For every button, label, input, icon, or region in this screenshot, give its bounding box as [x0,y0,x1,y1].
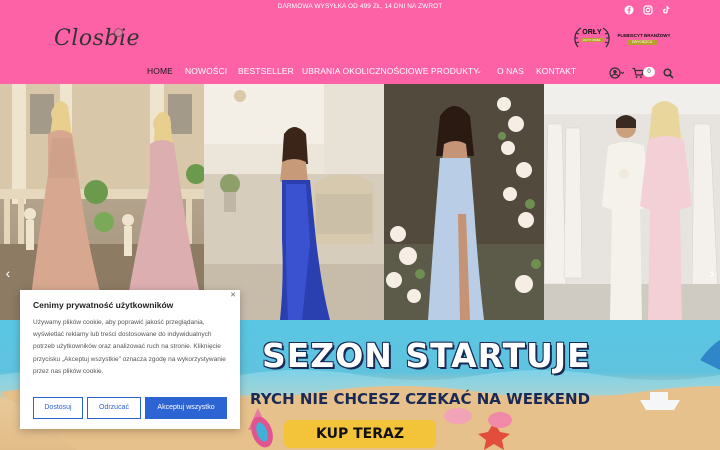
cookie-consent-dialog: ✕ Cenimy prywatność użytkowników Używamy… [20,290,240,429]
cart-icon[interactable] [632,66,645,84]
site-header: DARMOWA WYSYŁKA OD 499 ZŁ, 14 DNI NA ZWR… [0,0,720,84]
award-text: PLEBISCYT BRANŻOWY [617,33,671,38]
nav-ubrania-okolicznosciowe[interactable]: UBRANIA OKOLICZNOŚCIOWE [302,66,429,76]
account-icon[interactable] [609,66,625,84]
slider-next-arrow-icon[interactable]: › [707,264,717,282]
search-icon[interactable] [663,66,674,84]
slider-prev-arrow-icon[interactable]: ‹ [3,264,13,282]
cookie-title: Cenimy prywatność użytkowników [33,300,174,310]
reject-button[interactable]: Odrzucać [87,397,141,419]
nav-nowosci[interactable]: NOWOŚCI [185,66,227,76]
site-logo[interactable]: Closbie [54,26,140,51]
cookie-description: Używamy plików cookie, aby poprawić jako… [33,319,226,375]
instagram-icon[interactable] [643,2,653,15]
award-badge: ZWYCIĘZCA [627,40,657,45]
shipping-announcement: DARMOWA WYSYŁKA OD 499 ZŁ, 14 DNI NA ZWR… [277,3,443,10]
nav-home[interactable]: HOME [147,66,173,76]
svg-text:ORŁY: ORŁY [582,29,602,36]
logo-flower-icon [114,28,123,37]
nav-bestseller[interactable]: BESTSELLER [238,66,294,76]
hero-photo-1 [0,84,204,320]
nav-kontakt[interactable]: KONTAKT [536,66,576,76]
banner-subtitle: RYCH NIE CHCESZ CZEKAĆ NA WEEKEND [250,390,591,408]
accept-all-button[interactable]: Akceptuj wszystko [145,397,227,419]
banner-title: SEZON STARTUJE [262,336,591,375]
nav-produkty[interactable]: PRODUKTY [431,66,479,76]
hero-photo-3 [384,84,544,320]
hero-photo-2 [204,84,384,320]
top-bar: DARMOWA WYSYŁKA OD 499 ZŁ, 14 DNI NA ZWR… [0,0,720,15]
close-icon[interactable]: ✕ [230,291,236,299]
chevron-down-icon[interactable]: ⌄ [476,67,482,75]
hero-photo-4 [544,84,720,320]
nav-o-nas[interactable]: O NAS [497,66,524,76]
shop-now-button[interactable]: KUP TERAZ [284,420,436,448]
svg-text:ZŁOTY ORZEŁ: ZŁOTY ORZEŁ [583,38,601,42]
customize-button[interactable]: Dostosuj [33,397,83,419]
facebook-icon[interactable] [624,2,634,15]
tiktok-icon[interactable] [661,2,671,14]
award-logo: ORŁY ZŁOTY ORZEŁ [572,25,612,51]
cart-count-badge: 0 [643,67,655,77]
